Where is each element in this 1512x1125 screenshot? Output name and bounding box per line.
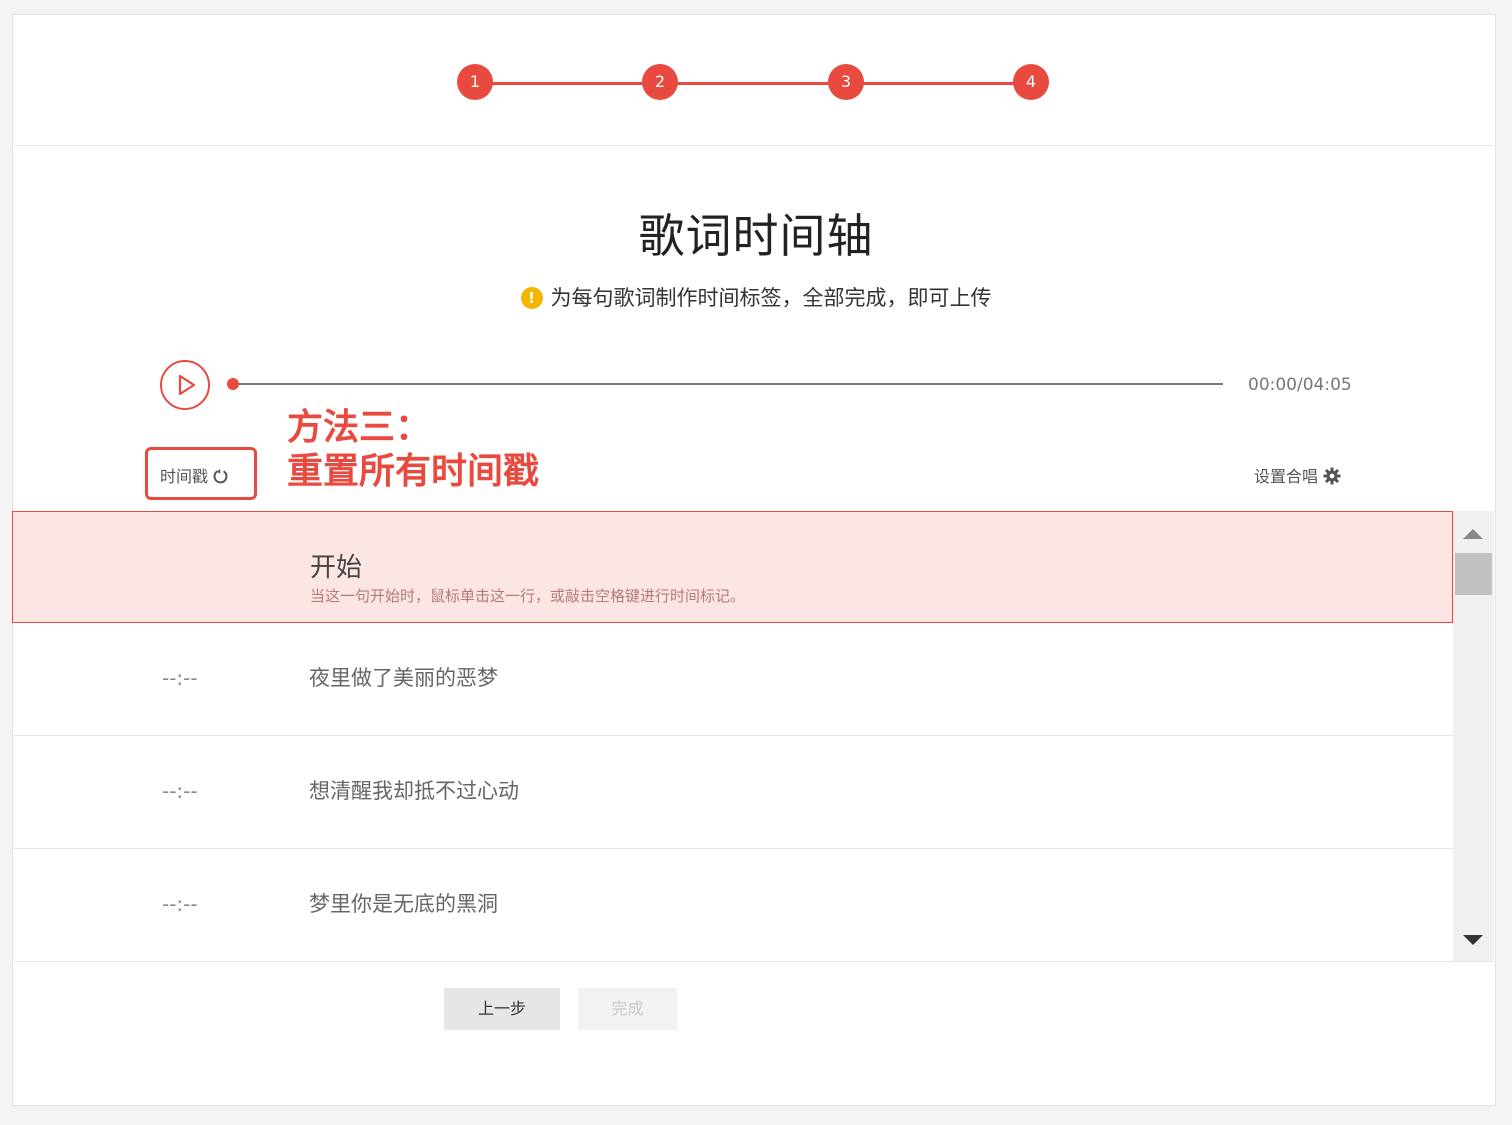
lyric-row[interactable]: --:-- 梦里你是无底的黑洞: [12, 850, 1453, 961]
step-4: 4: [1013, 64, 1049, 100]
page-subtitle: ! 为每句歌词制作时间标签，全部完成，即可上传: [0, 282, 1512, 312]
annotation-line-2: 重置所有时间戳: [287, 451, 540, 492]
scroll-up-arrow-icon[interactable]: [1463, 529, 1483, 539]
play-button[interactable]: [160, 360, 210, 410]
progress-track[interactable]: [233, 383, 1223, 385]
settings-label: 设置合唱: [1254, 467, 1319, 486]
done-button[interactable]: 完成: [578, 988, 677, 1030]
lyric-text: 梦里你是无底的黑洞: [309, 892, 498, 916]
progress-knob[interactable]: [227, 378, 239, 390]
timestamp-label: 时间戳: [160, 467, 209, 486]
exclamation-circle-icon: !: [520, 287, 543, 309]
subtitle-text: 为每句歌词制作时间标签，全部完成，即可上传: [550, 286, 992, 310]
annotation-line-1: 方法三：: [287, 407, 432, 448]
prev-step-button[interactable]: 上一步: [444, 988, 560, 1030]
lyric-hint: 当这一句开始时，鼠标单击这一行，或敲击空格键进行时间标记。: [310, 587, 746, 605]
scroll-down-arrow-icon[interactable]: [1463, 935, 1483, 945]
annotation-text: 方法三： 重置所有时间戳: [287, 406, 539, 494]
gear-icon: [1323, 467, 1341, 485]
lyric-row[interactable]: --:-- 夜里做了美丽的恶梦: [12, 624, 1453, 736]
scroll-thumb[interactable]: [1455, 553, 1492, 595]
lyric-timestamp: --:--: [162, 892, 198, 916]
step-1: 1: [457, 64, 493, 100]
lyric-text: 想清醒我却抵不过心动: [309, 779, 519, 803]
play-icon: [178, 374, 196, 396]
lyric-row[interactable]: --:-- 想清醒我却抵不过心动: [12, 737, 1453, 849]
scrollbar[interactable]: [1453, 511, 1494, 961]
step-2: 2: [642, 64, 678, 100]
lyric-text: 夜里做了美丽的恶梦: [309, 666, 498, 690]
page-title: 歌词时间轴: [638, 209, 874, 263]
reset-timestamps-button[interactable]: 时间戳: [160, 463, 229, 489]
lyric-timestamp: --:--: [162, 666, 198, 690]
reset-icon: [212, 468, 229, 489]
lyric-timestamp: --:--: [162, 779, 198, 803]
chorus-settings-button[interactable]: 设置合唱: [1254, 463, 1341, 487]
lyric-row-active[interactable]: 开始 当这一句开始时，鼠标单击这一行，或敲击空格键进行时间标记。: [12, 511, 1453, 623]
lyric-text: 开始: [310, 553, 363, 583]
lyrics-list[interactable]: 开始 当这一句开始时，鼠标单击这一行，或敲击空格键进行时间标记。 --:-- 夜…: [12, 511, 1453, 961]
stepper-line: [474, 82, 1032, 85]
header-divider: [12, 145, 1494, 146]
list-divider: [12, 961, 1494, 962]
step-3: 3: [828, 64, 864, 100]
time-readout: 00:00/04:05: [1248, 375, 1352, 395]
